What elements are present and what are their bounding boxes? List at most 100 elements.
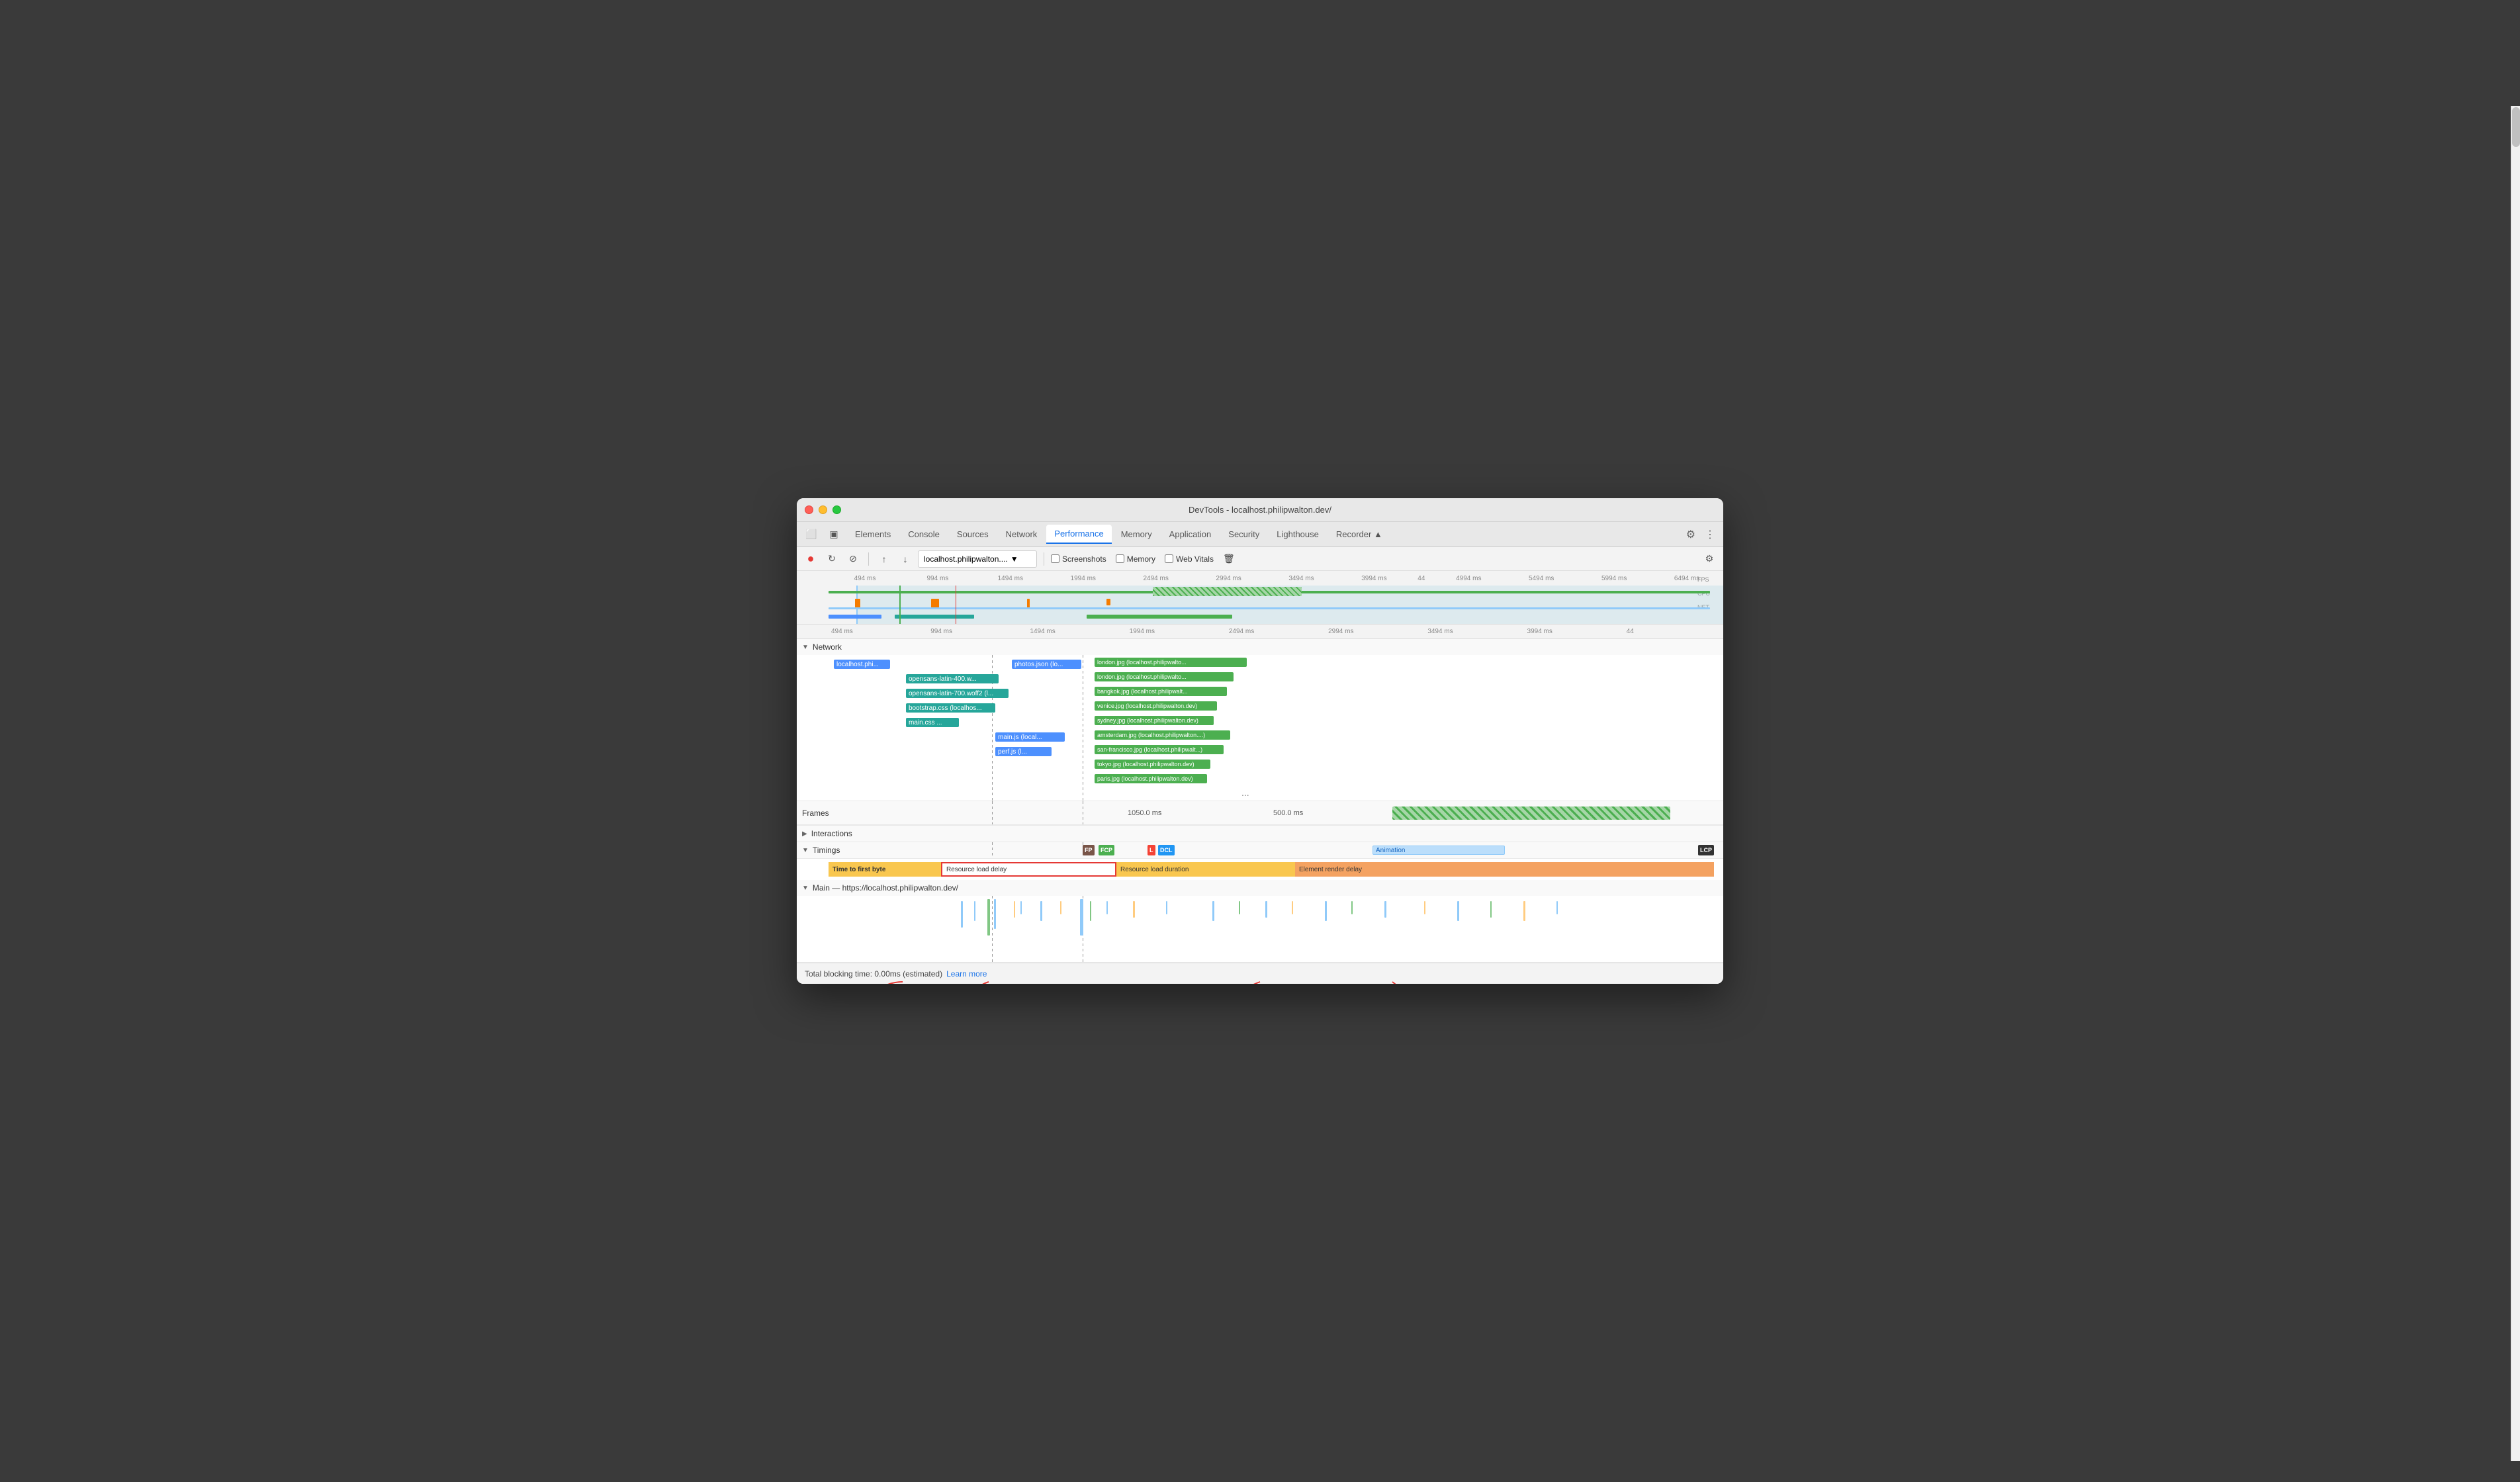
overview-charts[interactable] — [797, 586, 1723, 624]
reload-button[interactable]: ↻ — [823, 550, 840, 568]
close-button[interactable] — [805, 505, 813, 514]
rm2-6: 3494 ms — [1425, 628, 1524, 635]
net-row-maincss: main.css ... — [797, 716, 1723, 729]
net-block-localhost[interactable]: localhost.phi... — [834, 660, 890, 669]
net-block-london2[interactable]: london.jpg (localhost.philipwalto... — [1095, 672, 1234, 681]
layout-icon[interactable]: ▣ — [825, 525, 843, 544]
settings-icon[interactable]: ⚙ — [1684, 525, 1698, 544]
window-title: DevTools - localhost.philipwalton.dev/ — [1189, 505, 1331, 515]
network-content: localhost.phi... opensans-latin-400.w...… — [797, 655, 1723, 801]
ruler-mark-3: 1994 ms — [1047, 575, 1120, 582]
flame-bar-1 — [961, 901, 963, 928]
tab-sources[interactable]: Sources — [949, 525, 997, 543]
net-block-tokyo[interactable]: tokyo.jpg (localhost.philipwalton.dev) — [1095, 760, 1210, 769]
timings-section: ▼ Timings FP FCP L DCL Animation LCP — [797, 842, 1723, 859]
tab-performance[interactable]: Performance — [1046, 525, 1111, 544]
webvitals-checkbox-label[interactable]: Web Vitals — [1165, 554, 1214, 564]
flame-bar-17 — [1292, 901, 1293, 914]
cpu-spike-3 — [1027, 599, 1030, 608]
tab-settings: ⚙ ⋮ — [1684, 525, 1718, 544]
tab-lighthouse[interactable]: Lighthouse — [1269, 525, 1327, 543]
trash-icon[interactable]: 🗑 — [1223, 553, 1235, 564]
tab-console[interactable]: Console — [900, 525, 948, 543]
net-block-bootstrap[interactable]: bootstrap.css (localhos... — [906, 703, 995, 713]
net-row-opensans700: opensans-latin-700.woff2 (l... — [797, 687, 1723, 700]
ruler-mark-6: 3494 ms — [1265, 575, 1338, 582]
webvitals-checkbox[interactable] — [1165, 554, 1173, 563]
timing-fp: FP — [1083, 845, 1095, 855]
lcp-phases-bar: Time to first byte Resource load delay R… — [829, 862, 1714, 877]
download-icon[interactable]: ↓ — [897, 550, 914, 568]
memory-checkbox[interactable] — [1116, 554, 1124, 563]
more-icon[interactable]: ⋮ — [1702, 525, 1718, 544]
net-block-paris[interactable]: paris.jpg (localhost.philipwalton.dev) — [1095, 774, 1207, 783]
tab-memory[interactable]: Memory — [1113, 525, 1160, 543]
tab-recorder[interactable]: Recorder ▲ — [1328, 525, 1390, 543]
net-block-sanfran[interactable]: san-francisco.jpg (localhost.philipwalt.… — [1095, 745, 1224, 754]
lcp-erd: Element render delay — [1295, 862, 1714, 877]
ruler-mark-7: 3994 ms — [1337, 575, 1410, 582]
memory-checkbox-label[interactable]: Memory — [1116, 554, 1155, 564]
more-dots: ... — [1241, 787, 1249, 798]
memory-label: Memory — [1127, 554, 1155, 564]
url-text: localhost.philipwalton.... — [924, 554, 1008, 564]
flame-bar-13 — [1166, 901, 1167, 914]
net-block-opensans400[interactable]: opensans-latin-400.w... — [906, 674, 999, 683]
net-block-opensans700[interactable]: opensans-latin-700.woff2 (l... — [906, 689, 1009, 698]
rm2-7: 3994 ms — [1525, 628, 1624, 635]
net-block-maincss[interactable]: main.css ... — [906, 718, 959, 727]
flame-bar-8 — [1060, 901, 1061, 914]
cursor-icon[interactable]: ⬜ — [802, 525, 821, 544]
screenshots-checkbox-label[interactable]: Screenshots — [1051, 554, 1106, 564]
net-block-photos[interactable]: photos.json (lo... — [1012, 660, 1081, 669]
ruler-mark-11: 5994 ms — [1578, 575, 1650, 582]
net-block-sydney[interactable]: sydney.jpg (localhost.philipwalton.dev) — [1095, 716, 1214, 725]
ruler-marks: 494 ms 994 ms 1494 ms 1994 ms 2494 ms 29… — [829, 575, 1723, 582]
ruler-mark-2: 1494 ms — [974, 575, 1047, 582]
flame-bar-22 — [1457, 901, 1459, 921]
timings-header[interactable]: ▼ Timings FP FCP L DCL Animation LCP — [797, 842, 1723, 858]
main-header[interactable]: ▼ Main — https://localhost.philipwalton.… — [797, 880, 1723, 896]
tab-application[interactable]: Application — [1161, 525, 1220, 543]
learn-more-link[interactable]: Learn more — [946, 969, 987, 979]
tab-security[interactable]: Security — [1220, 525, 1267, 543]
settings-perf-icon[interactable]: ⚙ — [1701, 550, 1718, 568]
overview-ruler-area: 494 ms 994 ms 1494 ms 1994 ms 2494 ms 29… — [797, 571, 1723, 625]
screenshots-checkbox[interactable] — [1051, 554, 1059, 563]
record-button[interactable]: ● — [802, 550, 819, 568]
flame-bar-9 — [1080, 899, 1083, 936]
net-bar-2 — [895, 615, 974, 619]
rm2-2: 1494 ms — [1027, 628, 1126, 635]
flame-bar-6 — [1020, 901, 1022, 914]
url-selector[interactable]: localhost.philipwalton.... ▼ — [918, 550, 1037, 568]
toolbar2: ● ↻ ⊘ ↑ ↓ localhost.philipwalton.... ▼ S… — [797, 547, 1723, 571]
interactions-section: ▶ Interactions — [797, 826, 1723, 842]
interactions-arrow: ▶ — [802, 830, 807, 838]
rm2-4: 2494 ms — [1226, 628, 1326, 635]
frames-header: Frames 1050.0 ms 500.0 ms — [797, 801, 1723, 825]
playhead-line — [899, 586, 901, 624]
net-block-perfjs[interactable]: perf.js (l... — [995, 747, 1052, 756]
net-block-venice[interactable]: venice.jpg (localhost.philipwalton.dev) — [1095, 701, 1217, 711]
interactions-header[interactable]: ▶ Interactions — [797, 826, 1723, 842]
webvitals-label: Web Vitals — [1176, 554, 1214, 564]
lcp-rldur: Resource load duration — [1116, 862, 1295, 877]
devtools-window: DevTools - localhost.philipwalton.dev/ ⬜… — [797, 498, 1723, 984]
tab-network[interactable]: Network — [998, 525, 1046, 543]
net-row-perfjs: perf.js (l... — [797, 745, 1723, 758]
maximize-button[interactable] — [832, 505, 841, 514]
net-block-mainjs[interactable]: main.js (local... — [995, 732, 1065, 742]
net-block-bangkok[interactable]: bangkok.jpg (localhost.philipwalt... — [1095, 687, 1227, 696]
toolbar-divider — [868, 552, 869, 566]
net-block-london1[interactable]: london.jpg (localhost.philipwalto... — [1095, 658, 1247, 667]
upload-icon[interactable]: ↑ — [876, 550, 893, 568]
rm2-8: 44 — [1624, 628, 1723, 635]
minimize-button[interactable] — [819, 505, 827, 514]
cpu-spike-1 — [855, 599, 860, 608]
clear-button[interactable]: ⊘ — [844, 550, 862, 568]
net-row-opensans400: opensans-latin-400.w... — [797, 672, 1723, 685]
net-block-amsterdam[interactable]: amsterdam.jpg (localhost.philipwalton...… — [1095, 730, 1230, 740]
rm2-3: 1994 ms — [1127, 628, 1226, 635]
tab-elements[interactable]: Elements — [847, 525, 899, 543]
network-section-header[interactable]: ▼ Network — [797, 639, 1723, 655]
